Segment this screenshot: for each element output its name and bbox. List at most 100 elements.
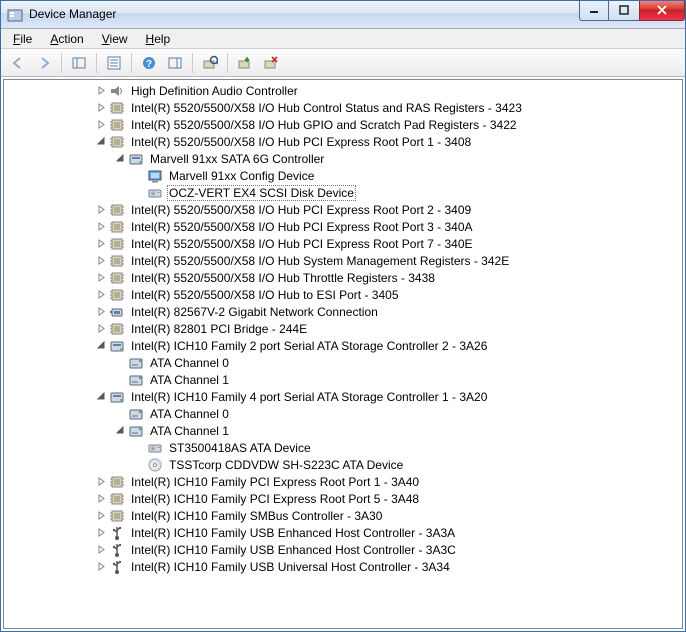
tree-item-label[interactable]: Intel(R) ICH10 Family USB Enhanced Host … (129, 526, 457, 540)
maximize-button[interactable] (609, 1, 639, 21)
tree-row[interactable]: OCZ-VERT EX4 SCSI Disk Device (4, 184, 682, 201)
collapse-icon[interactable] (94, 388, 109, 405)
expand-icon[interactable] (94, 558, 109, 575)
tree-item-label[interactable]: Intel(R) 5520/5500/X58 I/O Hub GPIO and … (129, 118, 519, 132)
tree-row[interactable]: ATA Channel 0 (4, 354, 682, 371)
tree-row[interactable]: Intel(R) 5520/5500/X58 I/O Hub GPIO and … (4, 116, 682, 133)
tree-row[interactable]: Intel(R) 82567V-2 Gigabit Network Connec… (4, 303, 682, 320)
back-button[interactable] (6, 51, 30, 75)
tree-item-label[interactable]: TSSTcorp CDDVDW SH-S223C ATA Device (167, 458, 405, 472)
tree-item-label[interactable]: Intel(R) ICH10 Family PCI Express Root P… (129, 475, 421, 489)
close-button[interactable] (639, 1, 685, 21)
tree-row[interactable]: ST3500418AS ATA Device (4, 439, 682, 456)
tree-row[interactable]: Marvell 91xx Config Device (4, 167, 682, 184)
uninstall-button[interactable] (259, 51, 283, 75)
tree-item-label[interactable]: Intel(R) ICH10 Family USB Universal Host… (129, 560, 452, 574)
menu-view[interactable]: View (94, 30, 136, 48)
expand-icon[interactable] (94, 235, 109, 252)
tree-row[interactable]: High Definition Audio Controller (4, 82, 682, 99)
tree-row[interactable]: Marvell 91xx SATA 6G Controller (4, 150, 682, 167)
tree-row[interactable]: ATA Channel 1 (4, 371, 682, 388)
tree-row[interactable]: Intel(R) ICH10 Family 2 port Serial ATA … (4, 337, 682, 354)
tree-row[interactable]: Intel(R) ICH10 Family USB Enhanced Host … (4, 524, 682, 541)
tree-item-label[interactable]: Intel(R) ICH10 Family 4 port Serial ATA … (129, 390, 489, 404)
tree-row[interactable]: Intel(R) ICH10 Family USB Universal Host… (4, 558, 682, 575)
expand-icon[interactable] (94, 286, 109, 303)
tree-item-label[interactable]: Intel(R) 5520/5500/X58 I/O Hub Control S… (129, 101, 524, 115)
expander-placeholder (132, 439, 147, 456)
collapse-icon[interactable] (94, 133, 109, 150)
tree-row[interactable]: Intel(R) 5520/5500/X58 I/O Hub Throttle … (4, 269, 682, 286)
tree-item-label[interactable]: Intel(R) 82567V-2 Gigabit Network Connec… (129, 305, 380, 319)
menu-action[interactable]: Action (42, 30, 91, 48)
expand-icon[interactable] (94, 116, 109, 133)
minimize-button[interactable] (579, 1, 609, 21)
tree-item-label[interactable]: Intel(R) ICH10 Family PCI Express Root P… (129, 492, 421, 506)
device-tree[interactable]: High Definition Audio Controller Intel(R)… (3, 79, 683, 629)
tree-item-label[interactable]: Intel(R) 5520/5500/X58 I/O Hub Throttle … (129, 271, 437, 285)
tree-item-label[interactable]: Intel(R) 5520/5500/X58 I/O Hub System Ma… (129, 254, 511, 268)
tree-item-label[interactable]: Intel(R) ICH10 Family SMBus Controller -… (129, 509, 384, 523)
collapse-icon[interactable] (94, 337, 109, 354)
tree-item-label[interactable]: ATA Channel 0 (148, 356, 231, 370)
tree-item-label[interactable]: Intel(R) 82801 PCI Bridge - 244E (129, 322, 309, 336)
tree-item-label[interactable]: Intel(R) ICH10 Family USB Enhanced Host … (129, 543, 458, 557)
tree-item-label[interactable]: Intel(R) 5520/5500/X58 I/O Hub to ESI Po… (129, 288, 401, 302)
expand-icon[interactable] (94, 507, 109, 524)
tree-item-label[interactable]: ST3500418AS ATA Device (167, 441, 313, 455)
expand-icon[interactable] (94, 269, 109, 286)
collapse-icon[interactable] (113, 422, 128, 439)
forward-button[interactable] (32, 51, 56, 75)
tree-item-label[interactable]: Intel(R) 5520/5500/X58 I/O Hub PCI Expre… (129, 203, 473, 217)
expand-icon[interactable] (94, 252, 109, 269)
tree-row[interactable]: TSSTcorp CDDVDW SH-S223C ATA Device (4, 456, 682, 473)
tree-row[interactable]: Intel(R) 82801 PCI Bridge - 244E (4, 320, 682, 337)
scan-hardware-button[interactable] (198, 51, 222, 75)
expand-icon[interactable] (94, 320, 109, 337)
expand-icon[interactable] (94, 218, 109, 235)
tree-item-label[interactable]: Intel(R) 5520/5500/X58 I/O Hub PCI Expre… (129, 135, 473, 149)
update-driver-button[interactable] (233, 51, 257, 75)
expand-icon[interactable] (94, 524, 109, 541)
tree-row[interactable]: ATA Channel 1 (4, 422, 682, 439)
action-pane-button[interactable] (163, 51, 187, 75)
tree-item-label[interactable]: OCZ-VERT EX4 SCSI Disk Device (167, 185, 356, 201)
expand-icon[interactable] (94, 303, 109, 320)
tree-row[interactable]: Intel(R) ICH10 Family 4 port Serial ATA … (4, 388, 682, 405)
tree-row[interactable]: Intel(R) ICH10 Family USB Enhanced Host … (4, 541, 682, 558)
menu-help[interactable]: Help (138, 30, 179, 48)
properties-button[interactable] (102, 51, 126, 75)
help-button[interactable]: ? (137, 51, 161, 75)
tree-row[interactable]: Intel(R) 5520/5500/X58 I/O Hub PCI Expre… (4, 218, 682, 235)
tree-row[interactable]: Intel(R) 5520/5500/X58 I/O Hub PCI Expre… (4, 133, 682, 150)
tree-row[interactable]: Intel(R) 5520/5500/X58 I/O Hub Control S… (4, 99, 682, 116)
tree-item-label[interactable]: Intel(R) 5520/5500/X58 I/O Hub PCI Expre… (129, 237, 475, 251)
expand-icon[interactable] (94, 490, 109, 507)
chip-icon (109, 474, 125, 490)
show-hide-tree-button[interactable] (67, 51, 91, 75)
chip-icon (109, 134, 125, 150)
tree-row[interactable]: Intel(R) 5520/5500/X58 I/O Hub PCI Expre… (4, 235, 682, 252)
expand-icon[interactable] (94, 473, 109, 490)
tree-row[interactable]: Intel(R) ICH10 Family SMBus Controller -… (4, 507, 682, 524)
tree-item-label[interactable]: High Definition Audio Controller (129, 84, 300, 98)
expand-icon[interactable] (94, 82, 109, 99)
tree-item-label[interactable]: Intel(R) 5520/5500/X58 I/O Hub PCI Expre… (129, 220, 475, 234)
tree-item-label[interactable]: ATA Channel 1 (148, 424, 231, 438)
tree-item-label[interactable]: Marvell 91xx Config Device (167, 169, 316, 183)
collapse-icon[interactable] (113, 150, 128, 167)
tree-item-label[interactable]: ATA Channel 1 (148, 373, 231, 387)
tree-item-label[interactable]: Intel(R) ICH10 Family 2 port Serial ATA … (129, 339, 489, 353)
tree-row[interactable]: Intel(R) ICH10 Family PCI Express Root P… (4, 473, 682, 490)
tree-row[interactable]: Intel(R) 5520/5500/X58 I/O Hub System Ma… (4, 252, 682, 269)
expand-icon[interactable] (94, 541, 109, 558)
tree-item-label[interactable]: Marvell 91xx SATA 6G Controller (148, 152, 326, 166)
tree-item-label[interactable]: ATA Channel 0 (148, 407, 231, 421)
menu-file[interactable]: File (5, 30, 40, 48)
tree-row[interactable]: ATA Channel 0 (4, 405, 682, 422)
tree-row[interactable]: Intel(R) ICH10 Family PCI Express Root P… (4, 490, 682, 507)
tree-row[interactable]: Intel(R) 5520/5500/X58 I/O Hub to ESI Po… (4, 286, 682, 303)
tree-row[interactable]: Intel(R) 5520/5500/X58 I/O Hub PCI Expre… (4, 201, 682, 218)
expand-icon[interactable] (94, 99, 109, 116)
expand-icon[interactable] (94, 201, 109, 218)
